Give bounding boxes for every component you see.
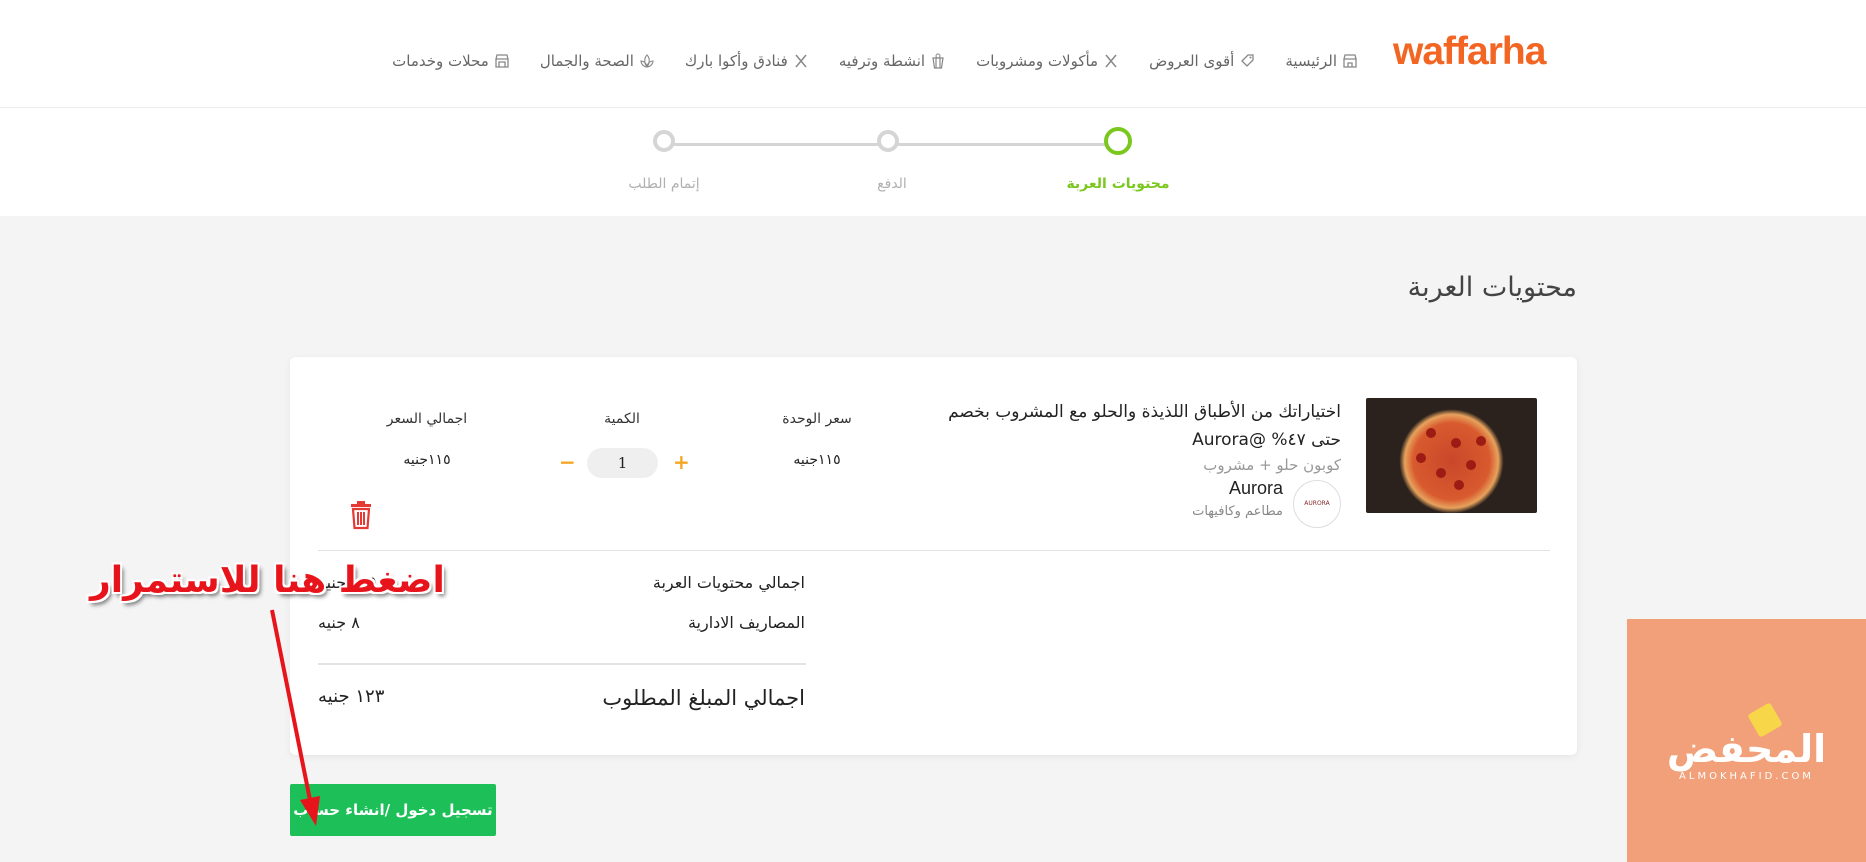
- quantity-header: الكمية: [604, 411, 640, 427]
- step-circle-complete: [653, 130, 675, 152]
- checkout-stepper: [0, 108, 1866, 216]
- site-header: waffarha الرئيسية أقوى العروض مأكولات وم…: [0, 0, 1866, 108]
- waffarha-logo[interactable]: waffarha: [1393, 30, 1546, 74]
- trash-icon[interactable]: [347, 500, 375, 530]
- quantity-decrease-button[interactable]: −: [559, 452, 576, 472]
- annotation-arrow-icon: [270, 609, 320, 826]
- annotation-text: اضغط هنا للاستمرار: [90, 560, 445, 601]
- main-nav: الرئيسية أقوى العروض مأكولات ومشروبات ان…: [392, 52, 1358, 70]
- lotus-icon: [639, 53, 655, 69]
- nav-item-home[interactable]: الرئيسية: [1285, 52, 1358, 70]
- step-label-payment: الدفع: [877, 176, 907, 192]
- shop-icon: [494, 53, 510, 69]
- total-price-header: اجمالي السعر: [386, 411, 468, 427]
- page-title: محتويات العربة: [1407, 272, 1577, 303]
- nav-item-beauty[interactable]: الصحة والجمال: [540, 52, 655, 70]
- watermark: المحفض ALMOKHAFID.COM: [1627, 619, 1866, 862]
- store-icon: [1342, 53, 1358, 69]
- watermark-subtext: ALMOKHAFID.COM: [1679, 771, 1814, 782]
- cart-total-label: اجمالي محتويات العربة: [652, 573, 805, 592]
- step-circle-cart: [1104, 127, 1132, 155]
- brand-name[interactable]: Aurora: [1229, 478, 1283, 499]
- brand-category: مطاعم وكافيهات: [1192, 504, 1283, 519]
- watermark-text: المحفض: [1666, 727, 1827, 771]
- tag-icon: [1239, 53, 1255, 69]
- product-subtitle: كوبون حلو + مشروب: [1203, 456, 1341, 474]
- nav-item-hotels[interactable]: فنادق وأكوا بارك: [685, 52, 809, 70]
- fees-label: المصاريف الادارية: [687, 613, 805, 632]
- popcorn-icon: [930, 53, 946, 69]
- utensils-icon: [1103, 53, 1119, 69]
- unit-price-header: سعر الوحدة: [782, 411, 852, 427]
- summary-divider: [318, 663, 806, 665]
- total-price-value: ١١٥جنيه: [403, 452, 451, 468]
- unit-price-value: ١١٥جنيه: [793, 452, 841, 468]
- nav-label: محلات وخدمات: [392, 52, 489, 70]
- step-circle-payment: [877, 130, 899, 152]
- nav-label: انشطة وترفيه: [838, 52, 926, 70]
- nav-item-activities[interactable]: انشطة وترفيه: [839, 52, 946, 70]
- nav-label: الصحة والجمال: [539, 52, 634, 70]
- brand-logo: AURORA: [1293, 480, 1341, 528]
- card-divider: [318, 550, 1550, 551]
- grand-total-label: اجمالي المبلغ المطلوب: [602, 686, 805, 710]
- nav-item-shops[interactable]: محلات وخدمات: [392, 52, 510, 70]
- quantity-input[interactable]: 1: [587, 448, 658, 478]
- nav-item-food[interactable]: مأكولات ومشروبات: [976, 52, 1119, 70]
- step-label-cart: محتويات العربة: [1066, 176, 1170, 192]
- step-label-complete: إتمام الطلب: [628, 176, 700, 192]
- nav-label: الرئيسية: [1285, 52, 1337, 70]
- nav-label: أقوى العروض: [1149, 52, 1235, 70]
- utensils-icon: [793, 53, 809, 69]
- product-title[interactable]: اختياراتك من الأطباق اللذيذة والحلو مع ا…: [921, 398, 1341, 454]
- quantity-increase-button[interactable]: +: [673, 452, 690, 472]
- nav-label: مأكولات ومشروبات: [976, 52, 1099, 70]
- product-image[interactable]: [1366, 398, 1537, 513]
- nav-label: فنادق وأكوا بارك: [684, 52, 788, 70]
- nav-item-top-offers[interactable]: أقوى العروض: [1149, 52, 1255, 70]
